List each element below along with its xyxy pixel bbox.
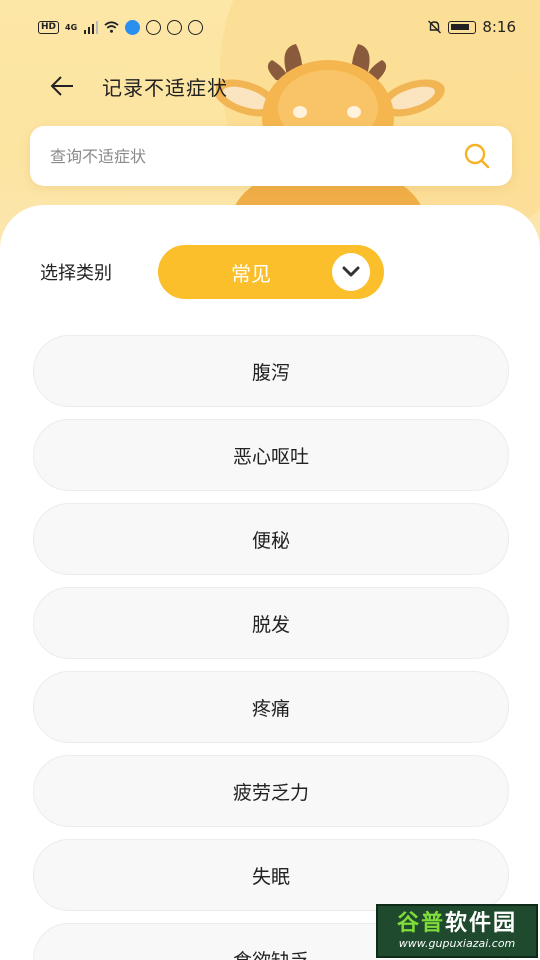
app-notification-icon-2 bbox=[146, 19, 162, 35]
watermark-logo: 谷普软件园 www.gupuxiazai.com bbox=[376, 904, 538, 958]
category-row: 选择类别 常见 bbox=[40, 245, 384, 299]
back-arrow-icon bbox=[50, 76, 73, 96]
mute-bell-icon bbox=[428, 20, 442, 34]
app-notification-icon-3 bbox=[167, 19, 183, 35]
watermark-text: 谷普软件园 bbox=[396, 911, 518, 936]
chevron-down-icon bbox=[332, 253, 370, 291]
hd-badge: HD bbox=[38, 20, 60, 34]
symptom-item[interactable]: 疲劳乏力 bbox=[33, 755, 509, 827]
search-input[interactable] bbox=[50, 146, 462, 166]
app-notification-icon-4 bbox=[188, 19, 204, 35]
content-panel: 选择类别 常见 腹泻 恶心呕吐 便秘 脱发 疼痛 疲劳乏力 失眠 食欲缺乏 bbox=[0, 205, 540, 960]
watermark-url: www.gupuxiazai.com bbox=[398, 937, 516, 950]
symptom-item[interactable]: 恶心呕吐 bbox=[33, 419, 509, 491]
symptom-item[interactable]: 脱发 bbox=[33, 587, 509, 659]
page-title: 记录不适症状 bbox=[102, 76, 228, 100]
network-type: 4G bbox=[65, 22, 78, 32]
search-bar bbox=[30, 126, 512, 186]
back-button[interactable] bbox=[46, 70, 78, 102]
symptom-item[interactable]: 腹泻 bbox=[33, 335, 509, 407]
symptom-item[interactable]: 疼痛 bbox=[33, 671, 509, 743]
status-time: 8:16 bbox=[482, 18, 516, 36]
wifi-icon bbox=[104, 21, 119, 33]
search-icon bbox=[464, 143, 490, 169]
app-notification-icon bbox=[125, 19, 141, 35]
status-right: 8:16 bbox=[427, 18, 516, 36]
symptom-item[interactable]: 失眠 bbox=[33, 839, 509, 911]
category-dropdown[interactable]: 常见 bbox=[158, 245, 384, 299]
top-nav: 记录不适症状 bbox=[0, 62, 540, 108]
signal-icon bbox=[84, 21, 99, 34]
category-label: 选择类别 bbox=[40, 263, 112, 284]
symptom-item[interactable]: 便秘 bbox=[33, 503, 509, 575]
symptom-list: 腹泻 恶心呕吐 便秘 脱发 疼痛 疲劳乏力 失眠 食欲缺乏 bbox=[33, 335, 509, 960]
status-left: HD 4G bbox=[38, 19, 204, 35]
battery-icon bbox=[448, 20, 477, 34]
search-button[interactable] bbox=[462, 141, 492, 171]
